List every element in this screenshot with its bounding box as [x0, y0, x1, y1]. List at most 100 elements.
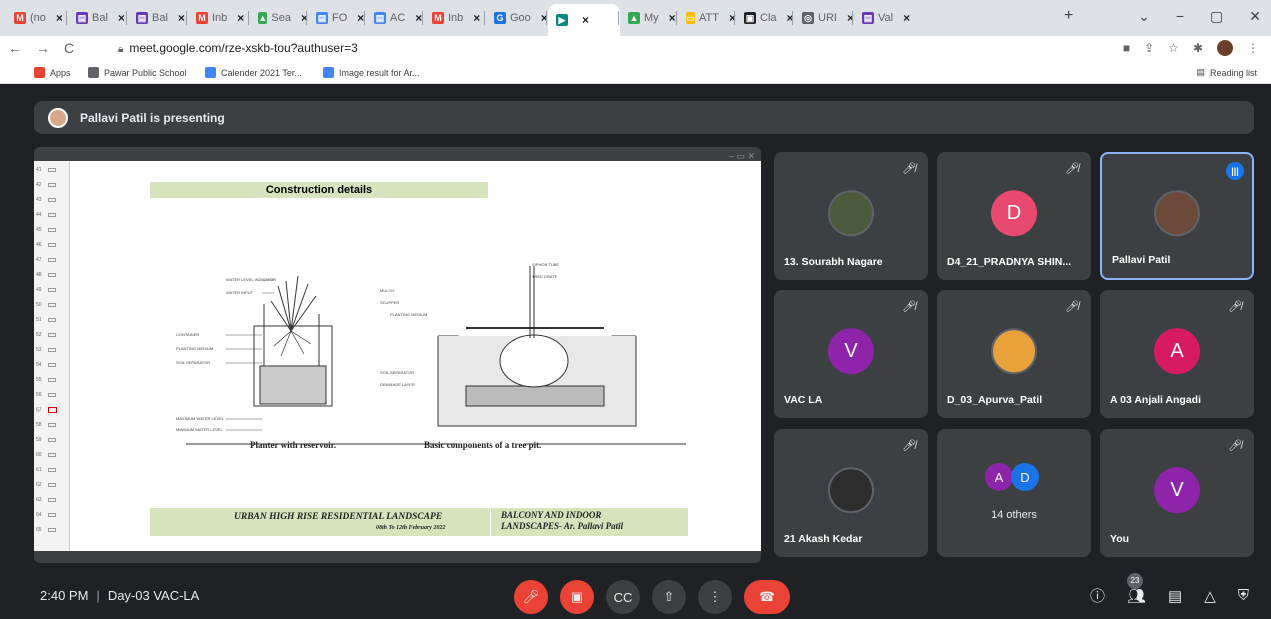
participant-tile[interactable]: ||| Pallavi Patil — [1100, 152, 1254, 280]
browser-tab[interactable]: ▶ × — [548, 4, 620, 36]
slide-thumbnail[interactable]: 60 — [36, 452, 66, 458]
close-tab-icon[interactable]: × — [473, 11, 480, 25]
back-arrow-icon[interactable]: ← — [8, 40, 22, 56]
more-options-icon[interactable]: ⋮ — [698, 580, 732, 614]
tab-search-icon[interactable]: ⌄ — [1138, 8, 1150, 25]
thumbnail-box — [47, 242, 56, 247]
browser-tab[interactable]: M Inb × — [424, 6, 486, 30]
slide-number: 56 — [36, 392, 42, 398]
slide-thumbnail[interactable]: 52 — [36, 332, 66, 338]
slide-thumbnail[interactable]: 56 — [36, 392, 66, 398]
participant-name: D_03_Apurva_Patil — [947, 394, 1043, 406]
participant-tile[interactable]: 🎤︎̸ V VAC LA — [774, 290, 928, 418]
bookmark-item[interactable]: Calender 2021 Ter... — [205, 67, 302, 78]
tab-title: My — [644, 12, 659, 24]
slide-thumbnail[interactable]: 43 — [36, 197, 66, 203]
close-tab-icon[interactable]: × — [237, 11, 244, 25]
share-icon[interactable]: ⇪ — [1144, 41, 1154, 55]
maximize-icon[interactable]: ▢ — [1210, 8, 1223, 25]
camera-icon[interactable]: ■ — [1123, 41, 1130, 55]
minimize-icon[interactable]: − — [1176, 8, 1184, 25]
bookmark-item[interactable]: Pawar Public School — [88, 67, 187, 78]
participant-tile[interactable]: 🎤︎̸ 21 Akash Kedar — [774, 429, 928, 557]
slide-thumbnail[interactable]: 45 — [36, 227, 66, 233]
slide-thumbnail[interactable]: 46 — [36, 242, 66, 248]
slide-thumbnail[interactable]: 62 — [36, 482, 66, 488]
slide-thumbnail[interactable]: 55 — [36, 377, 66, 383]
participant-tile[interactable]: 🎤︎̸ D_03_Apurva_Patil — [937, 290, 1091, 418]
slide-number: 42 — [36, 182, 42, 188]
bookmark-item[interactable]: Apps — [34, 67, 71, 78]
forward-arrow-icon[interactable]: → — [36, 40, 50, 56]
browser-tab[interactable]: ▤ AC × — [366, 6, 424, 30]
close-tab-icon[interactable]: × — [903, 11, 910, 25]
new-tab-icon[interactable]: + — [1064, 7, 1073, 25]
browser-tab[interactable]: ▤ Bal × — [68, 6, 128, 30]
captions-icon[interactable]: CC — [606, 580, 640, 614]
browser-tab[interactable]: M Inb × — [188, 6, 250, 30]
mic-off-icon[interactable]: 🎤︎ — [514, 580, 548, 614]
browser-tab[interactable]: ▲ My × — [620, 6, 678, 30]
slide-thumbnail[interactable]: 42 — [36, 182, 66, 188]
browser-tab[interactable]: ▤ Bal × — [128, 6, 188, 30]
slide-thumbnail[interactable]: 44 — [36, 212, 66, 218]
slide-thumbnail[interactable]: 65 — [36, 527, 66, 533]
browser-tab[interactable]: M (no × — [6, 6, 68, 30]
slide-thumbnail[interactable]: 49 — [36, 287, 66, 293]
activities-icon[interactable]: △ — [1204, 587, 1216, 605]
slide-thumbnail[interactable]: 61 — [36, 467, 66, 473]
close-tab-icon[interactable]: × — [669, 11, 676, 25]
slide-thumbnail[interactable]: 58 — [36, 422, 66, 428]
close-tab-icon[interactable]: × — [178, 11, 185, 25]
slide-thumbnail[interactable]: 51 — [36, 317, 66, 323]
reading-list-button[interactable]: ▤ Reading list — [1196, 67, 1257, 78]
slide-thumbnail[interactable]: 41 — [36, 167, 66, 173]
slide-thumbnail[interactable]: 63 — [36, 497, 66, 503]
browser-tab[interactable]: ▣ Cla × — [736, 6, 794, 30]
host-controls-icon[interactable]: ⛨ — [1238, 587, 1249, 604]
close-window-icon[interactable]: ✕ — [1249, 8, 1261, 25]
slide-thumbnail[interactable]: 48 — [36, 272, 66, 278]
slide-thumbnail[interactable]: 53 — [36, 347, 66, 353]
slide-thumbnail[interactable]: 54 — [36, 362, 66, 368]
participant-tile[interactable]: 🎤︎̸ 13. Sourabh Nagare — [774, 152, 928, 280]
present-icon[interactable]: ⇧ — [652, 580, 686, 614]
browser-tab[interactable]: G Goo × — [486, 6, 548, 30]
slide-thumbnail[interactable]: 50 — [36, 302, 66, 308]
browser-tab[interactable]: ▲ Sea × — [250, 6, 308, 30]
slide-number: 55 — [36, 377, 42, 383]
meeting-details-icon[interactable]: ⓘ — [1090, 585, 1105, 606]
thumbnail-box — [47, 392, 56, 397]
thumbnail-box — [47, 332, 56, 337]
close-tab-icon[interactable]: × — [118, 11, 125, 25]
people-icon[interactable]: 👥︎ 23 — [1126, 572, 1146, 605]
more-icon[interactable]: ⋮ — [1247, 41, 1259, 55]
slide-number: 62 — [36, 482, 42, 488]
slide-thumbnail[interactable]: 57 — [36, 407, 66, 413]
close-tab-icon[interactable]: × — [56, 11, 63, 25]
address-bar[interactable]: 🔒︎ meet.google.com/rze-xskb-tou?authuser=… — [118, 41, 358, 55]
extensions-icon[interactable]: ✱ — [1193, 41, 1203, 55]
browser-tab[interactable]: ▤ FO × — [308, 6, 366, 30]
participant-tile[interactable]: 🎤︎̸ V You — [1100, 429, 1254, 557]
chat-icon[interactable]: ▤ — [1168, 587, 1182, 605]
reload-icon[interactable]: C — [64, 40, 74, 56]
others-tile[interactable]: A D 14 others — [937, 429, 1091, 557]
url-text[interactable]: meet.google.com/rze-xskb-tou?authuser=3 — [129, 41, 357, 55]
profile-avatar[interactable] — [1217, 40, 1233, 56]
shared-screen[interactable]: ‒ ▭ ✕ 41 42 43 44 45 46 47 48 49 50 51 52 53 54 55 56 57… — [34, 147, 761, 563]
bookmark-item[interactable]: Image result for Ar... — [323, 67, 420, 78]
slide-thumbnail[interactable]: 47 — [36, 257, 66, 263]
slide-thumbnail[interactable]: 59 — [36, 437, 66, 443]
browser-toolbar: ← → C 🔒︎ meet.google.com/rze-xskb-tou?aut… — [0, 36, 1271, 62]
end-call-icon[interactable]: ☎︎ — [744, 580, 790, 614]
browser-tab[interactable]: ◎ URI × — [794, 6, 854, 30]
browser-tab[interactable]: ▤ Val × — [854, 6, 914, 30]
participant-tile[interactable]: 🎤︎̸ A A 03 Anjali Angadi — [1100, 290, 1254, 418]
browser-tab[interactable]: ▭ ATT × — [678, 6, 736, 30]
star-icon[interactable]: ☆ — [1168, 41, 1179, 55]
camera-off-icon[interactable]: ▣ — [560, 580, 594, 614]
close-tab-icon[interactable]: × — [582, 13, 589, 27]
slide-thumbnail[interactable]: 64 — [36, 512, 66, 518]
participant-tile[interactable]: 🎤︎̸ D D4_21_PRADNYA SHIN... — [937, 152, 1091, 280]
